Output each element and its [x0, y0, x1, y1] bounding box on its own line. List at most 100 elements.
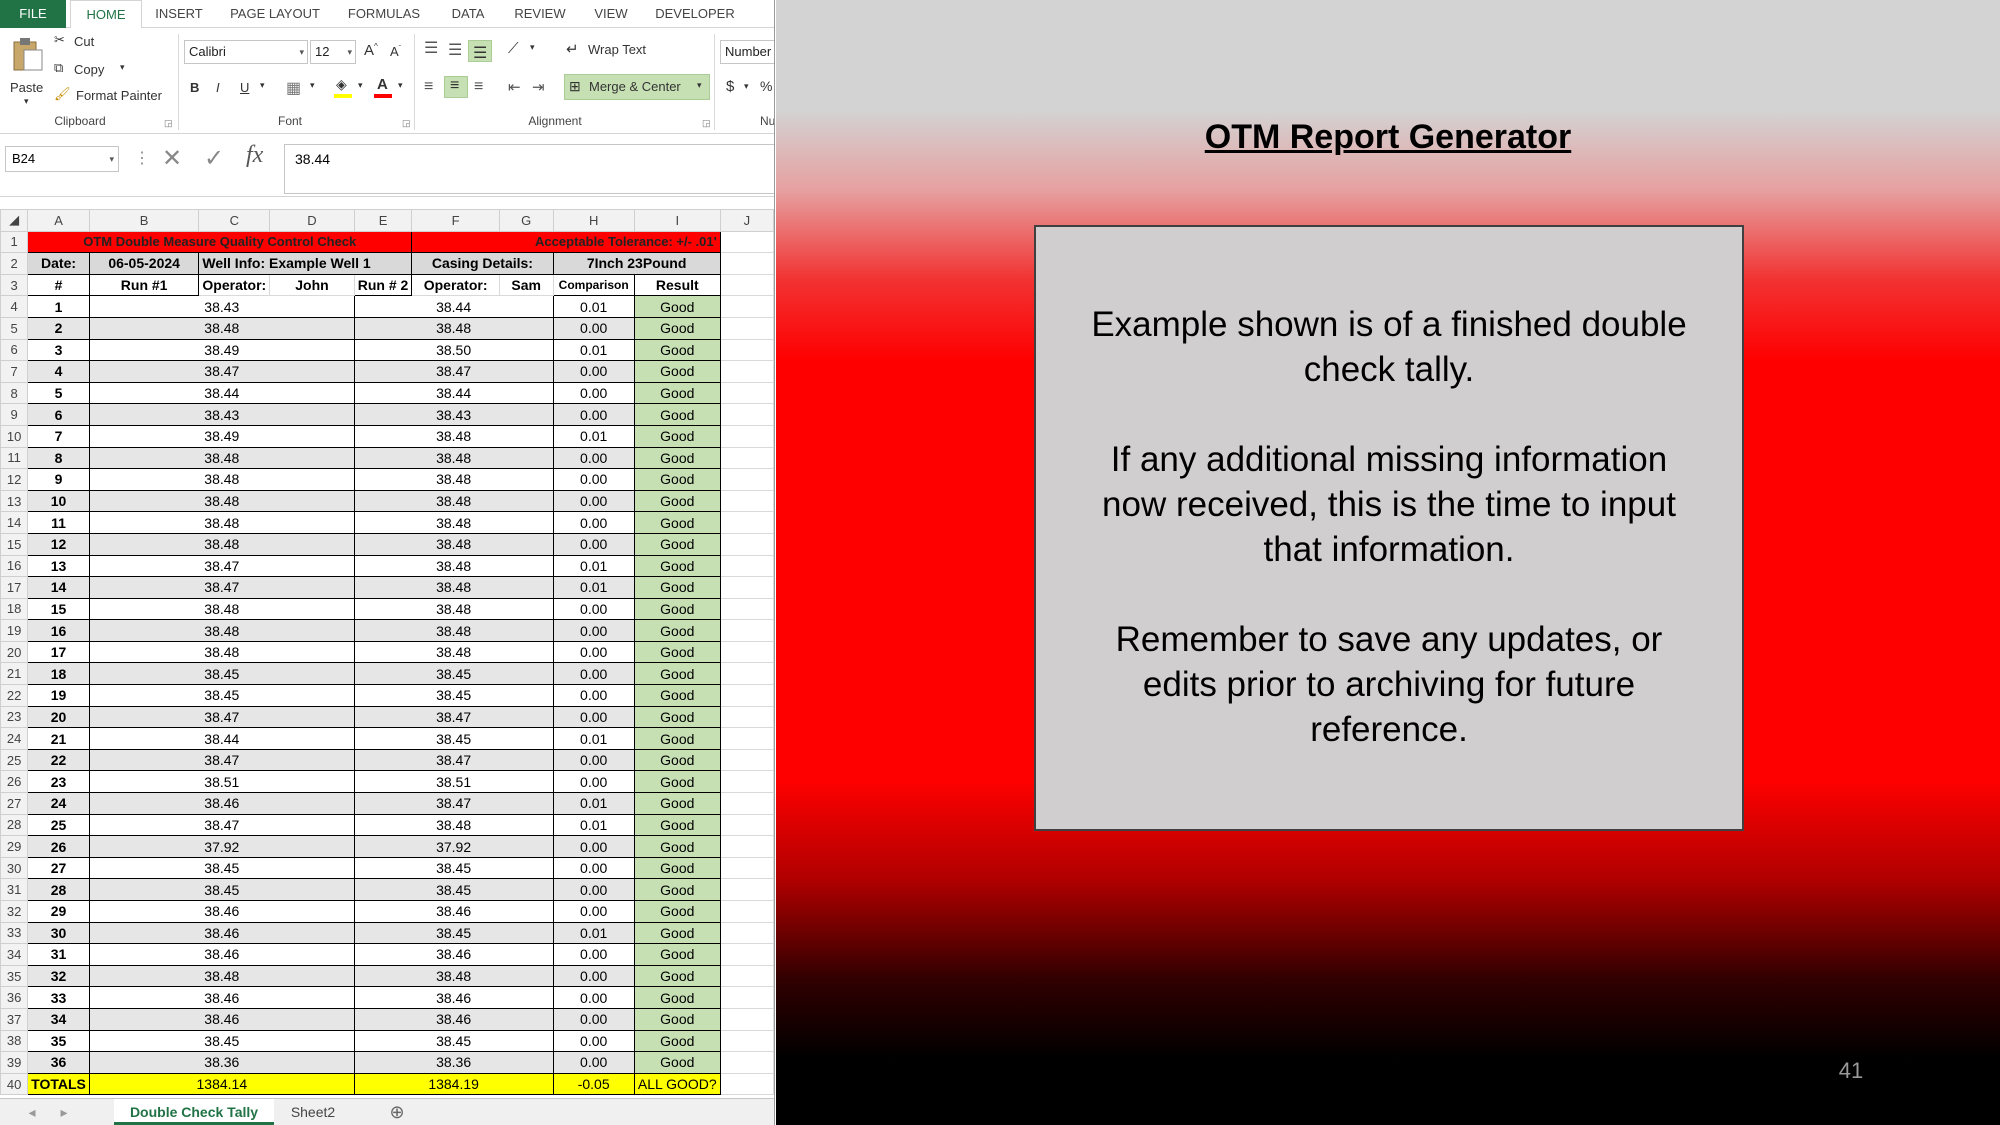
run1-value-cell[interactable]: 37.92 [88, 835, 355, 858]
run2-value-cell[interactable]: 38.48 [353, 619, 554, 642]
percent-button[interactable]: % [760, 78, 772, 94]
run2-value-cell[interactable]: 38.48 [353, 964, 554, 988]
well-info-cell[interactable]: Well Info: Example Well 1 [198, 252, 413, 275]
row-header[interactable]: 9 [0, 403, 29, 426]
row-header[interactable]: 18 [0, 597, 29, 621]
increase-indent-icon[interactable]: ⇥ [532, 78, 545, 96]
format-painter-button[interactable]: 🖌 Format Painter [54, 86, 174, 106]
comparison-cell[interactable]: 0.00 [552, 403, 635, 426]
run2-value-cell[interactable]: 38.48 [353, 532, 554, 556]
run2-value-cell[interactable]: 38.48 [353, 554, 554, 578]
tolerance-cell[interactable]: Acceptable Tolerance: +/- .01' [411, 230, 721, 254]
decrease-indent-icon[interactable]: ⇤ [508, 78, 521, 96]
row-header[interactable]: 4 [0, 295, 29, 318]
row-header[interactable]: 38 [0, 1029, 29, 1053]
chevron-down-icon[interactable]: ▾ [744, 81, 749, 92]
row-header[interactable]: 24 [0, 727, 29, 750]
row-header[interactable]: 21 [0, 662, 29, 686]
comparison-cell[interactable]: 0.00 [552, 684, 635, 707]
column-header[interactable]: E [353, 209, 413, 232]
comparison-cell[interactable]: 0.00 [552, 489, 635, 513]
tab-developer[interactable]: DEVELOPER [650, 0, 740, 28]
dialog-launcher-icon[interactable]: ◲ [164, 118, 173, 129]
number-format-dropdown[interactable]: Number [720, 40, 774, 64]
run2-value-cell[interactable]: 38.46 [353, 900, 554, 923]
result-cell[interactable]: Good [633, 316, 721, 340]
cell[interactable] [719, 813, 774, 837]
align-center-button[interactable]: ≡ [444, 76, 468, 98]
cell[interactable] [719, 792, 774, 815]
joint-number-cell[interactable]: 9 [27, 468, 90, 491]
result-cell[interactable]: Good [633, 1051, 721, 1074]
run1-value-cell[interactable]: 38.48 [88, 640, 355, 664]
cell[interactable] [719, 468, 774, 491]
cell[interactable] [719, 597, 774, 621]
row-header[interactable]: 16 [0, 554, 29, 578]
paste-button[interactable]: Paste ▾ [6, 34, 48, 112]
comparison-cell[interactable]: 0.01 [552, 576, 635, 599]
joint-number-cell[interactable]: 10 [27, 489, 90, 513]
row-header[interactable]: 25 [0, 748, 29, 772]
insert-function-icon[interactable]: fx [246, 142, 263, 169]
underline-button[interactable]: U [240, 80, 249, 95]
run2-value-cell[interactable]: 38.44 [353, 381, 554, 405]
tab-review[interactable]: REVIEW [508, 0, 572, 28]
column-header[interactable]: G [498, 209, 554, 232]
align-right-icon[interactable]: ≡ [474, 78, 483, 96]
run1-value-cell[interactable]: 38.46 [88, 921, 355, 945]
joint-number-cell[interactable]: 6 [27, 403, 90, 426]
run2-value-cell[interactable]: 38.45 [353, 921, 554, 945]
cell[interactable] [719, 921, 774, 945]
comparison-cell[interactable]: 0.01 [552, 554, 635, 578]
run2-value-cell[interactable]: 38.48 [353, 640, 554, 664]
result-cell[interactable]: Good [633, 943, 721, 966]
result-cell[interactable]: Good [633, 964, 721, 988]
result-cell[interactable]: Good [633, 986, 721, 1009]
result-cell[interactable]: Good [633, 1007, 721, 1031]
header-operator1-label[interactable]: Operator: [198, 273, 271, 297]
font-size-dropdown[interactable]: 12 ▾ [310, 40, 356, 64]
cell[interactable] [719, 576, 774, 599]
run2-value-cell[interactable]: 38.45 [353, 1029, 554, 1053]
run2-value-cell[interactable]: 38.45 [353, 662, 554, 686]
joint-number-cell[interactable]: 25 [27, 813, 90, 837]
cell[interactable] [719, 489, 774, 513]
run1-value-cell[interactable]: 38.48 [88, 597, 355, 621]
totals-result-cell[interactable]: ALL GOOD? [633, 1072, 721, 1096]
cell[interactable] [719, 252, 774, 275]
comparison-cell[interactable]: 0.01 [552, 727, 635, 750]
scroll-left-icon[interactable]: ◂ [22, 1099, 42, 1125]
row-header[interactable]: 3 [0, 273, 29, 297]
joint-number-cell[interactable]: 32 [27, 964, 90, 988]
run1-value-cell[interactable]: 38.44 [88, 381, 355, 405]
comparison-cell[interactable]: 0.00 [552, 532, 635, 556]
row-header[interactable]: 11 [0, 446, 29, 470]
comparison-cell[interactable]: 0.00 [552, 705, 635, 729]
result-cell[interactable]: Good [633, 640, 721, 664]
comparison-cell[interactable]: 0.01 [552, 424, 635, 448]
select-all-corner[interactable]: ◢ [0, 209, 29, 232]
row-header[interactable]: 6 [0, 338, 29, 362]
run1-value-cell[interactable]: 38.47 [88, 813, 355, 837]
cell[interactable] [719, 295, 774, 318]
cell[interactable] [719, 619, 774, 642]
run2-value-cell[interactable]: 38.48 [353, 424, 554, 448]
tab-page-layout[interactable]: PAGE LAYOUT [222, 0, 328, 28]
dialog-launcher-icon[interactable]: ◲ [702, 118, 711, 129]
tab-insert[interactable]: INSERT [148, 0, 210, 28]
row-header[interactable]: 28 [0, 813, 29, 837]
cell[interactable] [719, 338, 774, 362]
cell[interactable] [719, 900, 774, 923]
run1-value-cell[interactable]: 38.45 [88, 1029, 355, 1053]
joint-number-cell[interactable]: 28 [27, 878, 90, 901]
cell[interactable] [719, 986, 774, 1009]
joint-number-cell[interactable]: 30 [27, 921, 90, 945]
row-header[interactable]: 7 [0, 360, 29, 383]
run2-value-cell[interactable]: 38.48 [353, 468, 554, 491]
row-header[interactable]: 40 [0, 1072, 29, 1096]
result-cell[interactable]: Good [633, 684, 721, 707]
result-cell[interactable]: Good [633, 921, 721, 945]
row-header[interactable]: 20 [0, 640, 29, 664]
joint-number-cell[interactable]: 13 [27, 554, 90, 578]
cell[interactable] [719, 684, 774, 707]
